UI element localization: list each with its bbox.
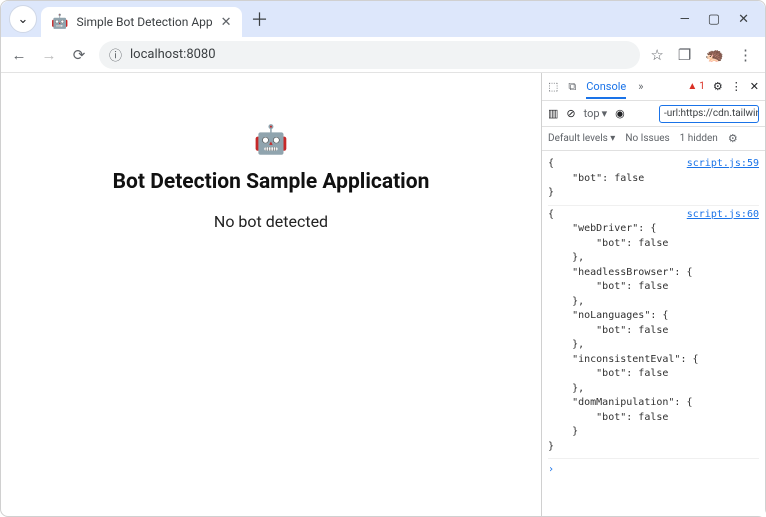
tab-search-button[interactable]: ⌄ — [9, 5, 37, 33]
inspect-icon[interactable]: ⬚ — [548, 80, 558, 93]
console-filter-input[interactable]: -url:https://cdn.tailwind ✕ — [659, 105, 759, 123]
browser-window: ⌄ 🤖 Simple Bot Detection App ✕ ＋ — ▢ ✕ ←… — [0, 0, 766, 517]
clear-console-icon[interactable]: ⊘ — [566, 107, 575, 120]
favicon-icon: 🤖 — [51, 14, 68, 30]
more-tabs-icon[interactable]: » — [638, 80, 643, 93]
page: 🤖 Bot Detection Sample Application No bo… — [1, 73, 541, 516]
console-toolbar: ▥ ⊘ top ▾ ◉ -url:https://cdn.tailwind ✕ — [542, 101, 765, 127]
log-body: { "webDriver": { "bot": false }, "headle… — [548, 208, 759, 455]
page-heading: Bot Detection Sample Application — [113, 170, 430, 194]
extensions-icon[interactable]: ❐ — [678, 46, 691, 64]
tab-console[interactable]: Console — [586, 80, 626, 99]
error-badge[interactable]: ▲1 — [687, 81, 705, 92]
log-levels-selector[interactable]: Default levels ▾ — [548, 133, 615, 144]
close-tab-icon[interactable]: ✕ — [221, 15, 232, 30]
hidden-count: 1 hidden — [680, 133, 718, 144]
reload-button[interactable]: ⟳ — [69, 46, 89, 64]
device-toolbar-icon[interactable]: ⧉ — [568, 80, 576, 94]
address-bar[interactable]: ⓘ localhost:8080 — [99, 41, 640, 69]
settings-icon[interactable]: ⚙ — [713, 80, 723, 93]
console-output[interactable]: script.js:59 { "bot": false } script.js:… — [542, 151, 765, 516]
bookmark-icon[interactable]: ☆ — [650, 46, 663, 64]
window-controls: — ▢ ✕ — [680, 12, 759, 37]
browser-tab[interactable]: 🤖 Simple Bot Detection App ✕ — [41, 7, 242, 37]
content-area: 🤖 Bot Detection Sample Application No bo… — [1, 73, 765, 516]
console-settings-row: Default levels ▾ No Issues 1 hidden ⚙ — [542, 127, 765, 151]
new-tab-button[interactable]: ＋ — [246, 5, 274, 33]
tab-title: Simple Bot Detection App — [76, 15, 212, 29]
maximize-icon[interactable]: ▢ — [708, 12, 720, 27]
site-info-icon[interactable]: ⓘ — [109, 45, 122, 64]
detection-status: No bot detected — [214, 212, 328, 231]
devtools-panel: ⬚ ⧉ Console » ▲1 ⚙ ⋮ ✕ ▥ ⊘ top ▾ ◉ -url:… — [541, 73, 765, 516]
live-expression-icon[interactable]: ◉ — [615, 107, 625, 120]
source-link[interactable]: script.js:59 — [687, 157, 759, 172]
issues-label[interactable]: No Issues — [625, 133, 669, 144]
console-settings-icon[interactable]: ⚙ — [728, 132, 738, 145]
forward-button[interactable]: → — [39, 46, 59, 64]
source-link[interactable]: script.js:60 — [687, 208, 759, 223]
console-sidebar-icon[interactable]: ▥ — [548, 107, 558, 120]
robot-icon: 🤖 — [254, 123, 289, 156]
profile-avatar-icon[interactable]: 🦔 — [705, 46, 724, 64]
close-devtools-icon[interactable]: ✕ — [750, 80, 759, 93]
titlebar: ⌄ 🤖 Simple Bot Detection App ✕ ＋ — ▢ ✕ — [1, 1, 765, 37]
menu-icon[interactable]: ⋮ — [738, 46, 753, 64]
context-selector[interactable]: top ▾ — [584, 107, 607, 120]
minimize-icon[interactable]: — — [680, 12, 690, 27]
toolbar: ← → ⟳ ⓘ localhost:8080 ☆ ❐ 🦔 ⋮ — [1, 37, 765, 73]
console-log-entry: script.js:60 { "webDriver": { "bot": fal… — [548, 206, 759, 460]
chevron-down-icon: ⌄ — [18, 12, 29, 27]
console-prompt[interactable]: › — [548, 459, 759, 482]
caret-down-icon: ▾ — [602, 107, 608, 120]
console-log-entry: script.js:59 { "bot": false } — [548, 155, 759, 206]
devtools-tabbar: ⬚ ⧉ Console » ▲1 ⚙ ⋮ ✕ — [542, 73, 765, 101]
close-window-icon[interactable]: ✕ — [738, 12, 749, 27]
back-button[interactable]: ← — [9, 46, 29, 64]
devtools-menu-icon[interactable]: ⋮ — [731, 80, 742, 93]
filter-text: -url:https://cdn.tailwind — [664, 108, 759, 119]
url-text: localhost:8080 — [130, 47, 216, 62]
